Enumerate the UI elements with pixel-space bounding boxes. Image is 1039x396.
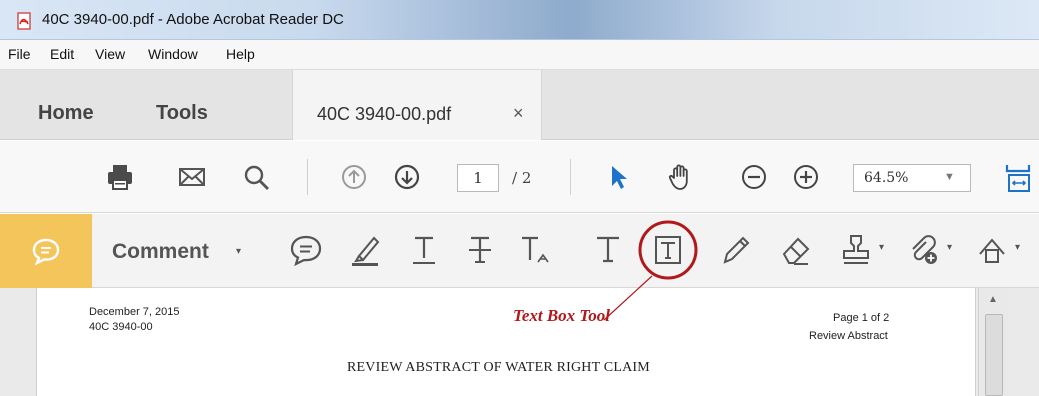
toolbar-divider	[570, 159, 571, 195]
email-icon	[179, 168, 205, 186]
document-page-info: Page 1 of 2	[833, 312, 890, 324]
document-type: Review Abstract	[809, 330, 888, 342]
page-number-input[interactable]: 1	[457, 164, 499, 192]
acrobat-pdf-icon	[17, 12, 31, 30]
comment-toolbar: Comment ▾	[0, 214, 1039, 288]
attach-file-icon	[912, 235, 937, 264]
highlight-icon	[352, 236, 380, 266]
document-view: December 7, 2015 40C 3940-00 Page 1 of 2…	[0, 288, 1039, 396]
next-page-button[interactable]	[391, 161, 423, 193]
zoom-value: 64.5%	[864, 170, 909, 186]
hand-tool-button[interactable]	[664, 161, 696, 193]
stamp-button[interactable]	[836, 230, 884, 270]
fit-page-icon	[1005, 165, 1031, 192]
vertical-scrollbar[interactable]: ▲	[978, 288, 1008, 396]
previous-page-button[interactable]	[338, 161, 370, 193]
select-tool-button[interactable]	[603, 161, 635, 193]
underline-text-button[interactable]	[404, 230, 444, 270]
pencil-icon	[723, 236, 750, 264]
tab-bar: Home Tools 40C 3940-00.pdf ×	[0, 70, 1039, 140]
menu-help[interactable]: Help	[226, 46, 255, 62]
strikethrough-text-icon	[469, 236, 491, 263]
main-toolbar: 1 / 2 64.5% ▼	[0, 141, 1039, 213]
comment-bubble-icon	[32, 238, 60, 266]
insert-text-button[interactable]	[516, 230, 556, 270]
zoom-in-button[interactable]	[790, 161, 822, 193]
draw-shapes-icon	[979, 238, 1005, 263]
previous-page-icon	[342, 165, 366, 189]
scroll-up-icon[interactable]: ▲	[988, 294, 998, 305]
highlight-button[interactable]	[346, 230, 386, 270]
sticky-note-icon	[290, 235, 322, 267]
scrollbar-thumb[interactable]	[985, 314, 1003, 396]
add-text-button[interactable]	[588, 230, 628, 270]
search-icon	[244, 165, 269, 190]
next-page-icon	[394, 164, 420, 190]
attach-file-button[interactable]	[904, 230, 952, 270]
document-tab-label: 40C 3940-00.pdf	[317, 104, 452, 124]
print-icon	[108, 165, 132, 190]
add-text-icon	[597, 236, 619, 263]
zoom-select[interactable]: 64.5% ▼	[853, 164, 971, 192]
page-total: / 2	[512, 169, 532, 187]
menu-window[interactable]: Window	[148, 46, 198, 62]
window-title: 40C 3940-00.pdf - Adobe Acrobat Reader D…	[42, 11, 344, 28]
menu-file[interactable]: File	[8, 46, 31, 62]
zoom-in-icon	[794, 165, 818, 189]
pdf-page: December 7, 2015 40C 3940-00 Page 1 of 2…	[36, 288, 976, 396]
document-case-id: 40C 3940-00	[89, 321, 153, 333]
text-box-tool-callout: Text Box Tool	[513, 306, 610, 325]
toolbar-divider	[307, 159, 308, 195]
comment-panel-tab[interactable]	[0, 214, 92, 288]
zoom-out-icon	[742, 165, 766, 189]
print-button[interactable]	[104, 161, 136, 193]
stamp-icon	[843, 235, 869, 264]
sticky-note-button[interactable]	[286, 230, 326, 270]
zoom-out-button[interactable]	[738, 161, 770, 193]
menu-view[interactable]: View	[95, 46, 125, 62]
hand-icon	[668, 164, 688, 190]
tab-tools[interactable]: Tools	[156, 102, 208, 125]
close-tab-button[interactable]: ×	[513, 103, 524, 124]
eraser-icon	[782, 237, 810, 265]
draw-shapes-button[interactable]	[972, 230, 1020, 270]
chevron-down-icon[interactable]: ▾	[236, 246, 241, 257]
title-bar: 40C 3940-00.pdf - Adobe Acrobat Reader D…	[0, 0, 1039, 40]
document-date: December 7, 2015	[89, 306, 180, 318]
email-button[interactable]	[176, 161, 208, 193]
search-button[interactable]	[240, 161, 272, 193]
eraser-button[interactable]	[776, 230, 816, 270]
tab-document[interactable]: 40C 3940-00.pdf ×	[292, 70, 542, 140]
select-arrow-icon	[612, 166, 627, 189]
menu-edit[interactable]: Edit	[50, 46, 74, 62]
tab-home[interactable]: Home	[38, 102, 94, 125]
text-box-icon	[655, 236, 681, 264]
menu-bar: File Edit View Window Help	[0, 40, 1039, 70]
insert-text-icon	[522, 236, 549, 263]
document-heading: REVIEW ABSTRACT OF WATER RIGHT CLAIM	[347, 360, 650, 375]
strikethrough-text-button[interactable]	[460, 230, 500, 270]
chevron-down-icon: ▼	[944, 171, 955, 183]
underline-text-icon	[413, 236, 435, 264]
fit-page-button[interactable]	[1003, 161, 1035, 193]
pencil-button[interactable]	[716, 230, 756, 270]
text-box-button[interactable]	[648, 230, 688, 270]
comment-menu-label[interactable]: Comment	[112, 240, 209, 264]
